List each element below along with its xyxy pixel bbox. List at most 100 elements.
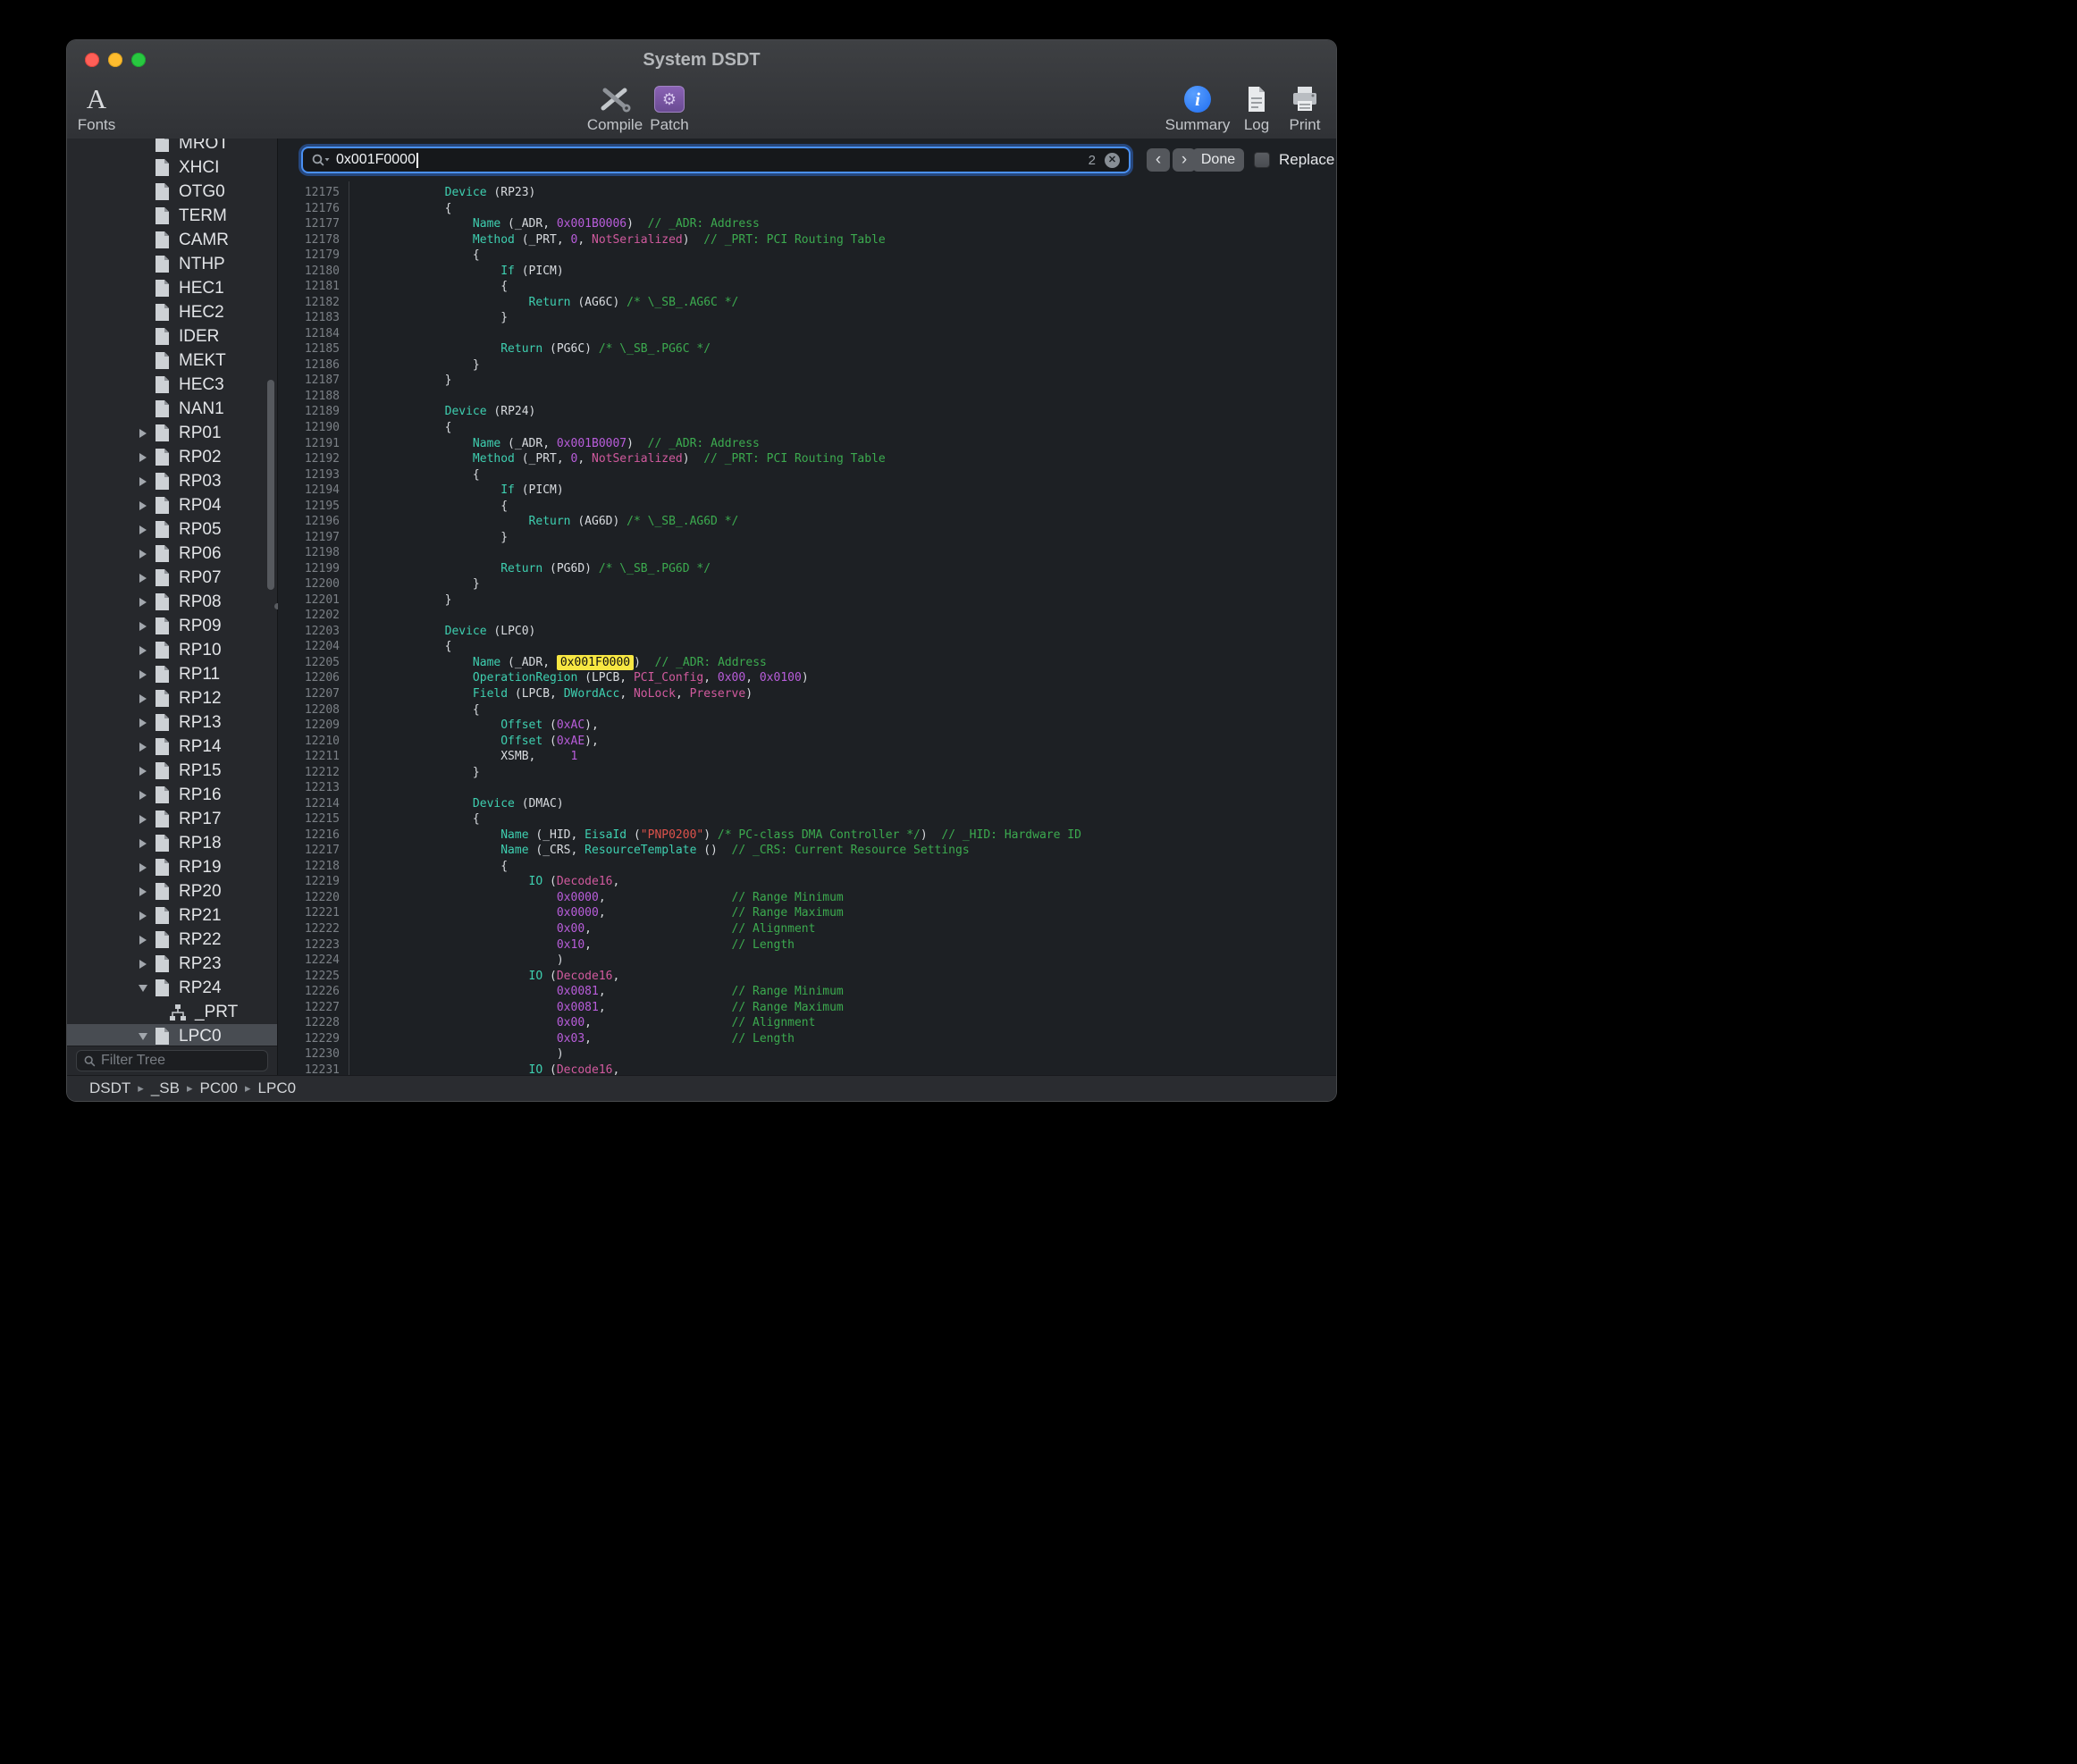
code-line[interactable]: { <box>389 859 1336 875</box>
tree-item-ider[interactable]: IDER <box>67 324 277 349</box>
disclosure-triangle-icon[interactable] <box>133 960 153 969</box>
code-line[interactable]: ) <box>389 1046 1336 1063</box>
disclosure-triangle-icon[interactable] <box>133 743 153 752</box>
code-line[interactable]: { <box>389 811 1336 827</box>
breadcrumb-item[interactable]: PC00 <box>199 1079 238 1097</box>
tree-item-camr[interactable]: CAMR <box>67 228 277 252</box>
code-line[interactable] <box>389 608 1336 624</box>
code-line[interactable]: 0x10, // Length <box>389 937 1336 953</box>
zoom-button[interactable] <box>131 53 146 67</box>
tree-item-rp01[interactable]: RP01 <box>67 421 277 445</box>
breadcrumb-item[interactable]: DSDT <box>89 1079 130 1097</box>
breadcrumb-item[interactable]: _SB <box>151 1079 180 1097</box>
disclosure-triangle-icon[interactable] <box>133 477 153 486</box>
disclosure-triangle-icon[interactable] <box>133 550 153 559</box>
close-button[interactable] <box>85 53 99 67</box>
sidebar-scrollbar[interactable] <box>267 380 274 590</box>
code-line[interactable]: Return (PG6C) /* \_SB_.PG6C */ <box>389 341 1336 357</box>
tree-item-rp06[interactable]: RP06 <box>67 542 277 566</box>
tree-item-otg0[interactable]: OTG0 <box>67 180 277 204</box>
code-line[interactable]: { <box>389 248 1336 264</box>
search-menu-icon[interactable] <box>312 154 330 166</box>
tree-item-rp24[interactable]: RP24 <box>67 976 277 1000</box>
code-line[interactable] <box>389 389 1336 405</box>
code-line[interactable]: Return (AG6C) /* \_SB_.AG6C */ <box>389 295 1336 311</box>
code-line[interactable]: IO (Decode16, <box>389 874 1336 890</box>
titlebar[interactable]: System DSDT <box>67 40 1336 80</box>
tree-item-rp11[interactable]: RP11 <box>67 662 277 686</box>
tree-item-hec2[interactable]: HEC2 <box>67 300 277 324</box>
code-line[interactable]: IO (Decode16, <box>389 1063 1336 1076</box>
tree-item-rp07[interactable]: RP07 <box>67 566 277 590</box>
find-previous-button[interactable]: ‹ <box>1147 148 1170 172</box>
code-line[interactable]: If (PICM) <box>389 264 1336 280</box>
code-line[interactable]: { <box>389 702 1336 718</box>
find-input[interactable]: 0x001F0000 2 ✕ <box>301 147 1131 173</box>
tree-item-rp10[interactable]: RP10 <box>67 638 277 662</box>
minimize-button[interactable] <box>108 53 122 67</box>
tree-item-rp15[interactable]: RP15 <box>67 759 277 783</box>
print-button[interactable]: Print <box>1262 83 1336 134</box>
clear-search-icon[interactable]: ✕ <box>1105 153 1120 168</box>
tree-item-nthp[interactable]: NTHP <box>67 252 277 276</box>
tree-item-rp22[interactable]: RP22 <box>67 928 277 952</box>
code-line[interactable]: Offset (0xAE), <box>389 734 1336 750</box>
tree-item-rp23[interactable]: RP23 <box>67 952 277 976</box>
tree-item-_prt[interactable]: _PRT <box>67 1000 277 1024</box>
disclosure-triangle-icon[interactable] <box>133 429 153 438</box>
code-line[interactable]: Device (DMAC) <box>389 796 1336 812</box>
code-line[interactable]: 0x0000, // Range Maximum <box>389 905 1336 921</box>
tree-item-rp20[interactable]: RP20 <box>67 879 277 903</box>
tree-item-hec1[interactable]: HEC1 <box>67 276 277 300</box>
code-line[interactable]: ) <box>389 953 1336 969</box>
tree-item-rp03[interactable]: RP03 <box>67 469 277 493</box>
code-line[interactable]: } <box>389 530 1336 546</box>
disclosure-triangle-icon[interactable] <box>133 646 153 655</box>
code-line[interactable]: Method (_PRT, 0, NotSerialized) // _PRT:… <box>389 451 1336 467</box>
replace-checkbox[interactable] <box>1254 152 1270 168</box>
code-line[interactable]: Device (RP24) <box>389 404 1336 420</box>
code-line[interactable]: XSMB, 1 <box>389 749 1336 765</box>
tree-item-rp09[interactable]: RP09 <box>67 614 277 638</box>
code-line[interactable]: { <box>389 279 1336 295</box>
code-line[interactable]: 0x0000, // Range Minimum <box>389 890 1336 906</box>
tree-item-rp18[interactable]: RP18 <box>67 831 277 855</box>
code-line[interactable]: Method (_PRT, 0, NotSerialized) // _PRT:… <box>389 232 1336 248</box>
tree-item-rp05[interactable]: RP05 <box>67 517 277 542</box>
code-line[interactable]: { <box>389 201 1336 217</box>
disclosure-triangle-icon[interactable] <box>133 985 153 992</box>
filter-tree-input[interactable]: Filter Tree <box>76 1050 268 1071</box>
code-line[interactable]: } <box>389 357 1336 374</box>
tree-item-rp14[interactable]: RP14 <box>67 735 277 759</box>
tree-item-mekt[interactable]: MEKT <box>67 349 277 373</box>
code-line[interactable]: Name (_ADR, 0x001B0007) // _ADR: Address <box>389 436 1336 452</box>
code-line[interactable]: Name (_ADR, 0x001F0000) // _ADR: Address <box>389 655 1336 671</box>
code-line[interactable]: 0x0081, // Range Maximum <box>389 1000 1336 1016</box>
code-line[interactable]: Device (RP23) <box>389 185 1336 201</box>
disclosure-triangle-icon[interactable] <box>133 863 153 872</box>
tree-item-rp21[interactable]: RP21 <box>67 903 277 928</box>
code-line[interactable]: } <box>389 310 1336 326</box>
disclosure-triangle-icon[interactable] <box>133 501 153 510</box>
code-line[interactable]: Name (_ADR, 0x001B0006) // _ADR: Address <box>389 216 1336 232</box>
disclosure-triangle-icon[interactable] <box>133 1033 153 1040</box>
tree-item-lpc0[interactable]: LPC0 <box>67 1024 277 1048</box>
tree-item-rp19[interactable]: RP19 <box>67 855 277 879</box>
disclosure-triangle-icon[interactable] <box>133 815 153 824</box>
tree-item-rp17[interactable]: RP17 <box>67 807 277 831</box>
tree-item-rp16[interactable]: RP16 <box>67 783 277 807</box>
code-line[interactable]: If (PICM) <box>389 483 1336 499</box>
disclosure-triangle-icon[interactable] <box>133 911 153 920</box>
code-line[interactable]: } <box>389 765 1336 781</box>
code-line[interactable]: { <box>389 467 1336 483</box>
tree-item-rp02[interactable]: RP02 <box>67 445 277 469</box>
disclosure-triangle-icon[interactable] <box>133 936 153 945</box>
tree-item-nan1[interactable]: NAN1 <box>67 397 277 421</box>
tree-item-rp04[interactable]: RP04 <box>67 493 277 517</box>
disclosure-triangle-icon[interactable] <box>133 670 153 679</box>
disclosure-triangle-icon[interactable] <box>133 887 153 896</box>
code-line[interactable] <box>389 780 1336 796</box>
patch-button[interactable]: ⚙ Patch <box>626 83 712 134</box>
code-line[interactable]: { <box>389 420 1336 436</box>
code-line[interactable]: { <box>389 639 1336 655</box>
